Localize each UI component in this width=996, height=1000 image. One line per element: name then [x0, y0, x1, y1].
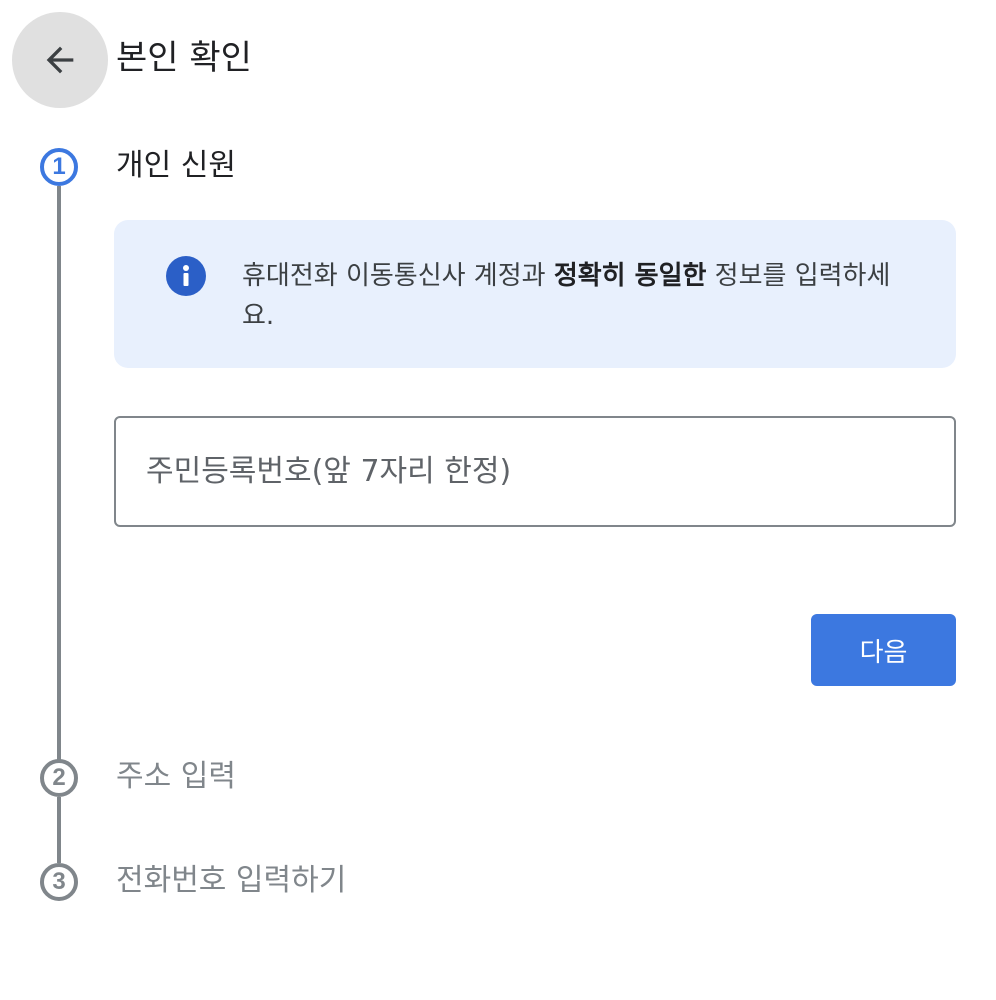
- info-icon: [166, 256, 206, 296]
- resident-number-input[interactable]: [114, 416, 956, 527]
- step-3-label: 전화번호 입력하기: [116, 863, 347, 898]
- step-3-number: 3: [52, 868, 66, 895]
- stepper-connector: [57, 797, 61, 863]
- step-1-indicator: 1: [40, 148, 78, 186]
- info-text: 휴대전화 이동통신사 계정과 정확히 동일한 정보를 입력하세요.: [242, 256, 912, 336]
- arrow-left-icon: [46, 46, 74, 74]
- step-2-indicator: 2: [40, 759, 78, 797]
- info-text-emphasis: 정확히 동일한: [553, 261, 707, 291]
- back-button[interactable]: [12, 12, 108, 108]
- info-text-part: 휴대전화 이동통신사 계정과: [242, 261, 554, 291]
- info-notice: 휴대전화 이동통신사 계정과 정확히 동일한 정보를 입력하세요.: [114, 220, 956, 368]
- step-2-number: 2: [52, 764, 66, 791]
- page-title: 본인 확인: [116, 38, 252, 78]
- step-1-number: 1: [52, 153, 66, 180]
- next-button[interactable]: 다음: [811, 614, 956, 686]
- step-1-label: 개인 신원: [116, 148, 236, 183]
- step-2-label: 주소 입력: [116, 759, 236, 794]
- stepper-connector: [57, 186, 61, 762]
- step-3-indicator: 3: [40, 863, 78, 901]
